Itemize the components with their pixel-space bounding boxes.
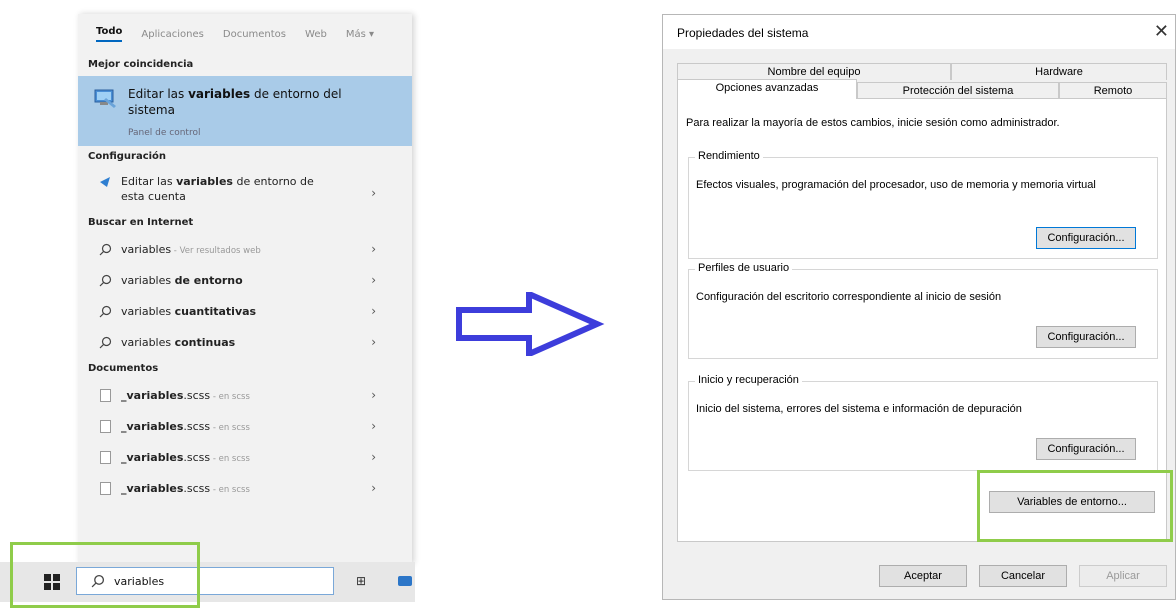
document-label: _variables.scss - en scss <box>121 420 250 433</box>
internet-item-label: variables cuantitativas <box>121 305 257 318</box>
arrow-right-icon <box>455 289 605 360</box>
chevron-right-icon: › <box>371 242 376 256</box>
control-panel-icon <box>94 88 118 114</box>
tab-all[interactable]: Todo <box>96 26 123 42</box>
file-icon <box>95 482 115 495</box>
config-heading: Configuración <box>88 151 167 162</box>
taskbar-app-icon[interactable] <box>398 576 412 586</box>
file-icon <box>95 420 115 433</box>
tab-documents[interactable]: Documentos <box>223 29 286 40</box>
best-match-result[interactable]: Editar las variables de entorno del sist… <box>78 76 412 146</box>
tab-advanced-options[interactable]: Opciones avanzadas <box>677 79 857 99</box>
user-profiles-title: Perfiles de usuario <box>695 262 793 274</box>
tab-remote[interactable]: Remoto <box>1059 82 1167 99</box>
chevron-right-icon: › <box>371 304 376 318</box>
startup-recovery-desc: Inicio del sistema, errores del sistema … <box>696 403 1022 415</box>
file-icon <box>95 389 115 402</box>
chevron-right-icon: › <box>371 273 376 287</box>
highlight-box-search <box>10 542 200 608</box>
tab-hardware[interactable]: Hardware <box>951 63 1167 80</box>
list-item[interactable]: variables de entorno › <box>78 265 412 296</box>
internet-item-label: variables - Ver resultados web <box>121 243 261 256</box>
close-icon[interactable]: ✕ <box>1154 21 1169 42</box>
best-match-heading: Mejor coincidencia <box>88 59 194 70</box>
chevron-right-icon: › <box>371 419 376 433</box>
search-panel: Todo Aplicaciones Documentos Web Más ▾ M… <box>78 14 412 564</box>
document-label: _variables.scss - en scss <box>121 389 250 402</box>
user-profiles-desc: Configuración del escritorio correspondi… <box>696 291 1002 303</box>
performance-desc: Efectos visuales, programación del proce… <box>696 179 1096 191</box>
search-icon <box>95 305 115 318</box>
tab-more[interactable]: Más ▾ <box>346 29 374 40</box>
chevron-right-icon: › <box>371 450 376 464</box>
performance-group: Rendimiento Efectos visuales, programaci… <box>688 150 1158 259</box>
ok-button[interactable]: Aceptar <box>879 565 967 587</box>
search-icon <box>95 336 115 349</box>
list-item[interactable]: _variables.scss - en scss › <box>78 380 412 411</box>
best-match-title: Editar las variables de entorno del sist… <box>128 87 342 117</box>
user-profiles-settings-button[interactable]: Configuración... <box>1036 326 1136 348</box>
user-profiles-group: Perfiles de usuario Configuración del es… <box>688 262 1158 359</box>
best-match-subtitle: Panel de control <box>128 128 201 138</box>
search-icon <box>95 274 115 287</box>
chevron-right-icon: › <box>371 335 376 349</box>
startup-recovery-settings-button[interactable]: Configuración... <box>1036 438 1136 460</box>
apply-button[interactable]: Aplicar <box>1079 565 1167 587</box>
tab-system-protection[interactable]: Protección del sistema <box>857 82 1059 99</box>
config-result-label: Editar las variables de entorno de esta … <box>121 175 314 203</box>
dialog-title: Propiedades del sistema <box>677 26 809 40</box>
cancel-button[interactable]: Cancelar <box>979 565 1067 587</box>
highlight-box-env-vars <box>977 470 1173 542</box>
admin-note: Para realizar la mayoría de estos cambio… <box>686 117 1060 129</box>
search-filter-tabs: Todo Aplicaciones Documentos Web Más ▾ <box>78 14 412 54</box>
list-item[interactable]: _variables.scss - en scss › <box>78 442 412 473</box>
internet-item-label: variables continuas <box>121 336 236 349</box>
chevron-right-icon: › <box>371 388 376 402</box>
chevron-right-icon: › <box>371 186 376 200</box>
config-result[interactable]: Editar las variables de entorno de esta … <box>78 168 412 212</box>
performance-settings-button[interactable]: Configuración... <box>1036 227 1136 249</box>
list-item[interactable]: variables cuantitativas › <box>78 296 412 327</box>
file-icon <box>95 451 115 464</box>
internet-heading: Buscar en Internet <box>88 217 194 228</box>
list-item[interactable]: _variables.scss - en scss › <box>78 473 412 504</box>
performance-title: Rendimiento <box>695 150 763 162</box>
tab-web[interactable]: Web <box>305 29 327 40</box>
chevron-right-icon: › <box>371 481 376 495</box>
task-view-icon[interactable]: ⊞ <box>356 574 366 588</box>
document-label: _variables.scss - en scss <box>121 482 250 495</box>
search-icon <box>95 243 115 256</box>
internet-item-label: variables de entorno <box>121 274 243 287</box>
settings-icon <box>95 176 115 188</box>
tab-apps[interactable]: Aplicaciones <box>141 29 203 40</box>
tab-computer-name[interactable]: Nombre del equipo <box>677 63 951 80</box>
list-item[interactable]: variables continuas › <box>78 327 412 358</box>
document-label: _variables.scss - en scss <box>121 451 250 464</box>
dialog-titlebar: Propiedades del sistema ✕ <box>663 15 1175 49</box>
documents-heading: Documentos <box>88 363 159 374</box>
startup-recovery-group: Inicio y recuperación Inicio del sistema… <box>688 374 1158 471</box>
startup-recovery-title: Inicio y recuperación <box>695 374 802 386</box>
list-item[interactable]: _variables.scss - en scss › <box>78 411 412 442</box>
list-item[interactable]: variables - Ver resultados web › <box>78 234 412 265</box>
